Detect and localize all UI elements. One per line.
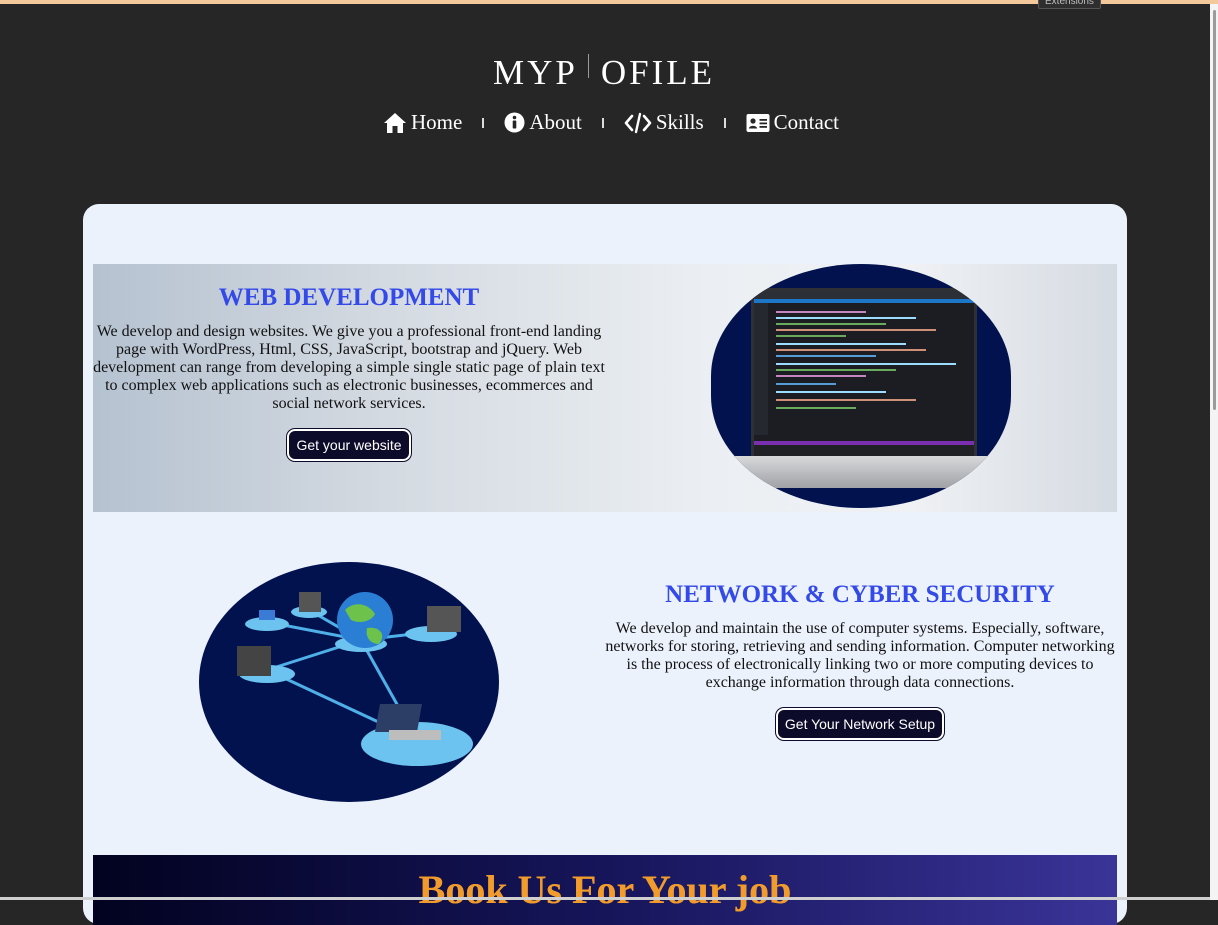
- laptop-screen: [751, 288, 977, 460]
- browser-top-strip: [0, 0, 1218, 4]
- nav-item-about[interactable]: About: [504, 110, 582, 135]
- nav-label-about: About: [529, 110, 582, 134]
- laptop-base: [735, 456, 987, 488]
- book-us-banner: Book Us For Your job: [93, 855, 1117, 925]
- network-security-description: We develop and maintain the use of compu…: [605, 620, 1115, 691]
- nav-label-contact: Contact: [773, 110, 839, 134]
- web-development-section: WEB DEVELOPMENT We develop and design we…: [93, 264, 1117, 512]
- address-card-icon: [746, 113, 770, 133]
- code-icon: [624, 112, 652, 134]
- web-development-content: WEB DEVELOPMENT We develop and design we…: [93, 281, 605, 461]
- web-development-description: We develop and design websites. We give …: [93, 323, 605, 412]
- get-network-setup-button[interactable]: Get Your Network Setup: [775, 708, 945, 740]
- nav-item-skills[interactable]: Skills: [624, 110, 704, 135]
- nav-divider: [723, 117, 726, 128]
- nav-item-home[interactable]: Home: [383, 110, 462, 135]
- nav-divider: [482, 117, 485, 128]
- logo-divider: [587, 54, 589, 78]
- extensions-tooltip: Extensions: [1038, 0, 1101, 9]
- nav-label-skills: Skills: [655, 110, 704, 134]
- laptop-code-editor-image: [711, 264, 1011, 508]
- main-nav: Home About Skills Contact: [0, 110, 1218, 135]
- logo-right-text: OFILE: [600, 53, 716, 92]
- book-us-title: Book Us For Your job: [93, 855, 1117, 919]
- nav-item-contact[interactable]: Contact: [746, 110, 839, 135]
- nav-divider: [601, 117, 604, 128]
- network-security-content: NETWORK & CYBER SECURITY We develop and …: [603, 578, 1117, 740]
- home-icon: [383, 112, 407, 134]
- network-security-title: NETWORK & CYBER SECURITY: [665, 581, 1055, 608]
- logo-left-text: MYP: [492, 53, 578, 92]
- site-logo[interactable]: MYP OFILE: [0, 52, 1208, 94]
- get-website-button[interactable]: Get your website: [287, 429, 411, 461]
- network-globe-servers-image: [199, 562, 499, 802]
- web-development-title: WEB DEVELOPMENT: [218, 284, 480, 311]
- nav-label-home: Home: [410, 110, 463, 134]
- services-card: WEB DEVELOPMENT We develop and design we…: [83, 204, 1127, 925]
- scrollbar-thumb[interactable]: [1213, 10, 1216, 410]
- info-icon: [504, 112, 525, 133]
